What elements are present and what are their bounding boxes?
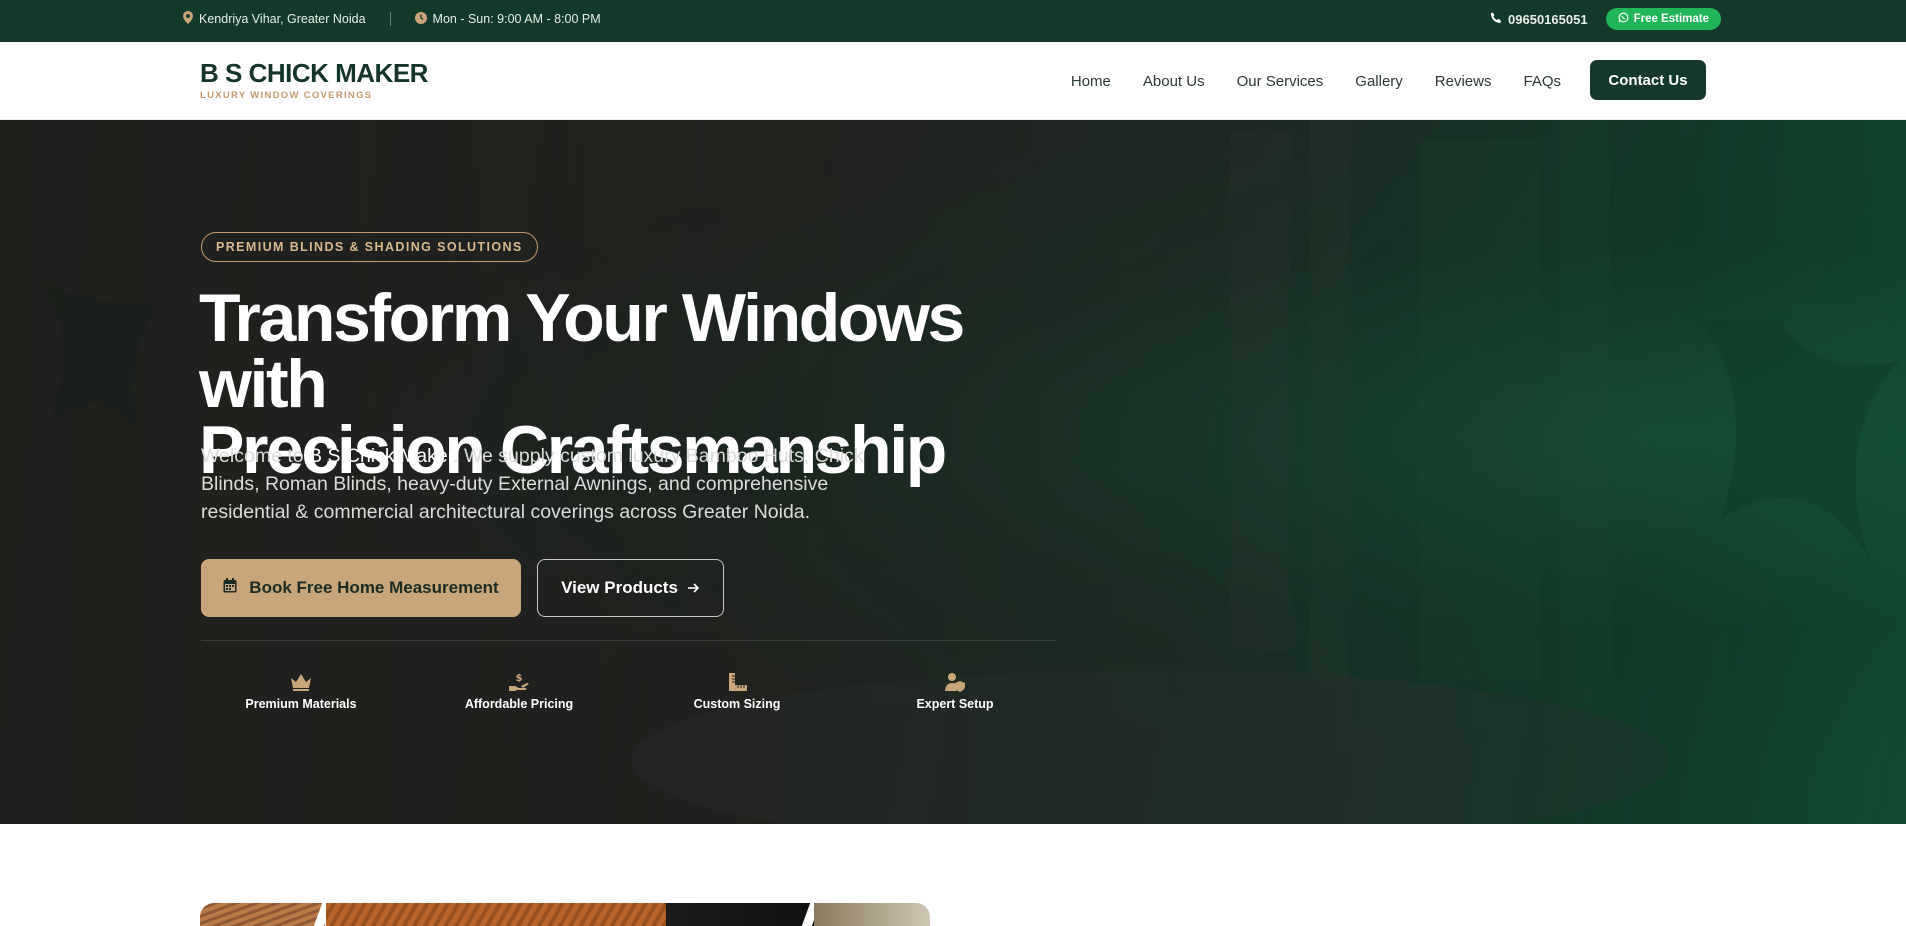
free-estimate-label: Free Estimate [1633,13,1709,25]
map-pin-icon [183,11,193,27]
view-products-label: View Products [561,578,678,597]
phone-number: 09650165051 [1508,11,1588,27]
ruler-icon [637,672,837,694]
headline-line-1: Transform Your Windows with [199,280,965,422]
site-header: B S CHICK MAKER LUXURY WINDOW COVERINGS … [0,42,1906,120]
lead-brand: B S Chick Maker [309,445,454,467]
book-measurement-label: Book Free Home Measurement [249,578,499,597]
topbar-right: 09650165051 Free Estimate [1490,0,1721,38]
phone-link[interactable]: 09650165051 [1490,12,1588,27]
nav-home[interactable]: Home [1071,73,1111,90]
hero-badge: PREMIUM BLINDS & SHADING SOLUTIONS [201,232,538,262]
hero-divider [201,640,1057,641]
hero-section: PREMIUM BLINDS & SHADING SOLUTIONS Trans… [0,120,1906,824]
feature-label: Custom Sizing [693,697,781,711]
nav-about-us[interactable]: About Us [1143,73,1205,90]
clock-icon [414,11,427,27]
nav-reviews[interactable]: Reviews [1435,73,1492,90]
feature-premium-materials: Premium Materials [201,672,401,711]
whatsapp-icon [1618,12,1629,26]
feature-label: Expert Setup [916,697,994,711]
arrow-right-icon [687,578,700,598]
location-info: Kendriya Vihar, Greater Noida [183,11,366,27]
hero-features: Premium Materials $ Affordable Pricing C… [201,672,1057,716]
hours-info: Mon - Sun: 9:00 AM - 8:00 PM [414,11,601,27]
about-section-preview [0,824,1906,926]
feature-label: Affordable Pricing [464,697,574,711]
lead-prefix: Welcome to [201,445,310,467]
location-text: Kendriya Vihar, Greater Noida [199,12,366,26]
topbar-left: Kendriya Vihar, Greater Noida Mon - Sun:… [183,0,601,38]
view-products-button[interactable]: View Products [537,559,724,617]
topbar-divider [389,12,391,26]
hours-text: Mon - Sun: 9:00 AM - 8:00 PM [432,12,601,26]
hero-description: Welcome to B S Chick Maker. We supply cu… [201,442,881,526]
calendar-icon [223,578,237,598]
nav-our-services[interactable]: Our Services [1237,73,1324,90]
svg-text:$: $ [516,673,523,684]
brand-name: B S CHICK MAKER [200,58,428,88]
top-info-bar: Kendriya Vihar, Greater Noida Mon - Sun:… [0,0,1906,42]
feature-expert-setup: Expert Setup [855,672,1055,711]
product-collage-image [200,903,930,926]
nav-gallery[interactable]: Gallery [1355,73,1403,90]
nav-faqs[interactable]: FAQs [1523,73,1561,90]
free-estimate-button[interactable]: Free Estimate [1605,8,1721,30]
hand-dollar-icon: $ [419,672,619,694]
brand-logo[interactable]: B S CHICK MAKER LUXURY WINDOW COVERINGS [200,60,428,101]
feature-label: Premium Materials [245,697,357,711]
book-measurement-button[interactable]: Book Free Home Measurement [201,559,521,617]
main-nav: Home About Us Our Services Gallery Revie… [1071,42,1561,120]
brand-tagline: LUXURY WINDOW COVERINGS [200,90,373,101]
crown-icon [201,672,401,694]
feature-affordable-pricing: $ Affordable Pricing [419,672,619,711]
contact-us-button[interactable]: Contact Us [1590,60,1706,100]
phone-icon [1490,12,1502,27]
feature-custom-sizing: Custom Sizing [637,672,837,711]
user-shield-icon [855,672,1055,694]
